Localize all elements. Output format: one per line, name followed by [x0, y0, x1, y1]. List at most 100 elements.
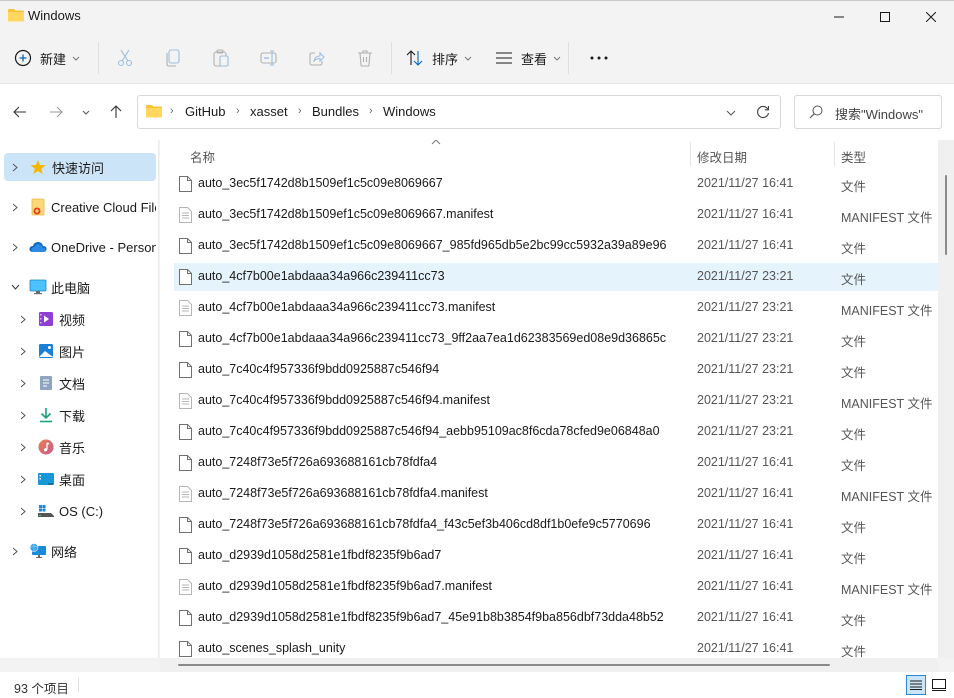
chevron-right-icon[interactable]: [18, 506, 28, 516]
breadcrumb-item[interactable]: Bundles: [312, 104, 359, 119]
chevron-right-icon[interactable]: [10, 242, 20, 252]
file-name[interactable]: auto_scenes_splash_unity: [198, 641, 688, 655]
file-row[interactable]: auto_scenes_splash_unity 2021/11/27 16:41…: [174, 635, 938, 658]
maximize-icon: [880, 12, 890, 22]
chevron-right-icon[interactable]: [10, 202, 20, 212]
file-name[interactable]: auto_4cf7b00e1abdaaa34a966c239411cc73_9f…: [198, 331, 688, 345]
vertical-scrollbar-thumb[interactable]: [945, 175, 947, 255]
file-name[interactable]: auto_d2939d1058d2581e1fbdf8235f9b6ad7.ma…: [198, 579, 688, 593]
file-row[interactable]: auto_7248f73e5f726a693688161cb78fdfa4_f4…: [174, 511, 938, 539]
column-header-row: 名称 修改日期 类型: [160, 140, 938, 170]
maximize-button[interactable]: [862, 1, 908, 33]
file-row[interactable]: auto_d2939d1058d2581e1fbdf8235f9b6ad7_45…: [174, 604, 938, 632]
sidebar-item-downloads[interactable]: 下载: [4, 401, 156, 429]
chevron-right-icon[interactable]: [18, 442, 28, 452]
address-dropdown-icon[interactable]: [726, 110, 736, 116]
cut-button[interactable]: [114, 42, 136, 74]
file-row[interactable]: auto_d2939d1058d2581e1fbdf8235f9b6ad7.ma…: [174, 573, 938, 601]
file-row[interactable]: auto_3ec5f1742d8b1509ef1c5c09e8069667 202…: [174, 170, 938, 198]
share-button[interactable]: [306, 42, 328, 74]
forward-button[interactable]: [44, 100, 68, 124]
file-name[interactable]: auto_4cf7b00e1abdaaa34a966c239411cc73.ma…: [198, 300, 688, 314]
file-row[interactable]: auto_4cf7b00e1abdaaa34a966c239411cc73.ma…: [174, 294, 938, 322]
column-header-date[interactable]: 修改日期: [697, 147, 747, 166]
back-button[interactable]: [8, 100, 32, 124]
chevron-right-icon[interactable]: [10, 546, 20, 556]
file-row[interactable]: auto_7248f73e5f726a693688161cb78fdfa4 202…: [174, 449, 938, 477]
file-name[interactable]: auto_7c40c4f957336f9bdd0925887c546f94: [198, 362, 688, 376]
search-box[interactable]: 搜索"Windows": [794, 95, 942, 129]
vertical-scrollbar[interactable]: [938, 140, 954, 658]
search-input[interactable]: 搜索"Windows": [835, 104, 923, 123]
breadcrumb-item[interactable]: Windows: [383, 104, 436, 119]
new-button[interactable]: 新建: [14, 42, 80, 74]
address-bar[interactable]: › GitHub › xasset › Bundles › Windows: [137, 95, 781, 129]
column-header-type[interactable]: 类型: [841, 147, 866, 166]
tiles-view-button[interactable]: [929, 675, 949, 695]
sidebar-item-creative-cloud[interactable]: Creative Cloud Files: [4, 193, 156, 221]
up-button[interactable]: [104, 100, 128, 124]
file-row[interactable]: auto_d2939d1058d2581e1fbdf8235f9b6ad7 202…: [174, 542, 938, 570]
minimize-button[interactable]: [816, 1, 862, 33]
column-header-name[interactable]: 名称: [190, 147, 215, 166]
file-date: 2021/11/27 23:21: [697, 331, 794, 345]
breadcrumb-item[interactable]: xasset: [250, 104, 288, 119]
chevron-down-icon[interactable]: [10, 282, 20, 292]
sidebar-item-desktop[interactable]: 桌面: [4, 465, 156, 493]
recent-locations-button[interactable]: [74, 100, 98, 124]
chevron-right-icon[interactable]: [18, 378, 28, 388]
file-row[interactable]: auto_7c40c4f957336f9bdd0925887c546f94.ma…: [174, 387, 938, 415]
file-name[interactable]: auto_d2939d1058d2581e1fbdf8235f9b6ad7_45…: [198, 610, 688, 624]
more-button[interactable]: [586, 42, 612, 74]
breadcrumb-item[interactable]: GitHub: [185, 104, 225, 119]
file-row[interactable]: auto_3ec5f1742d8b1509ef1c5c09e8069667_98…: [174, 232, 938, 260]
view-button[interactable]: 查看: [495, 42, 561, 74]
horizontal-scrollbar[interactable]: [160, 658, 938, 672]
file-row[interactable]: auto_4cf7b00e1abdaaa34a966c239411cc73 202…: [174, 263, 938, 291]
file-type: MANIFEST 文件: [841, 304, 933, 318]
file-type: 文件: [841, 459, 867, 473]
close-button[interactable]: [908, 1, 954, 33]
chevron-right-icon[interactable]: [18, 314, 28, 324]
sidebar-item-this-pc[interactable]: 此电脑: [4, 273, 156, 301]
column-resizer[interactable]: [834, 142, 835, 166]
chevron-right-icon[interactable]: [18, 410, 28, 420]
chevron-right-icon[interactable]: [18, 474, 28, 484]
sidebar-item-onedrive[interactable]: OneDrive - Personal: [4, 233, 156, 261]
title-bar: Windows: [0, 0, 954, 32]
column-resizer[interactable]: [690, 142, 691, 166]
window-title: Windows: [28, 8, 81, 23]
file-name[interactable]: auto_7248f73e5f726a693688161cb78fdfa4_f4…: [198, 517, 688, 531]
file-row[interactable]: auto_4cf7b00e1abdaaa34a966c239411cc73_9f…: [174, 325, 938, 353]
delete-button[interactable]: [354, 42, 376, 74]
chevron-right-icon[interactable]: [10, 162, 20, 172]
file-row[interactable]: auto_7c40c4f957336f9bdd0925887c546f94_ae…: [174, 418, 938, 446]
file-name[interactable]: auto_3ec5f1742d8b1509ef1c5c09e8069667.ma…: [198, 207, 688, 221]
file-name[interactable]: auto_d2939d1058d2581e1fbdf8235f9b6ad7: [198, 548, 688, 562]
file-name[interactable]: auto_4cf7b00e1abdaaa34a966c239411cc73: [198, 269, 688, 283]
file-name[interactable]: auto_7c40c4f957336f9bdd0925887c546f94.ma…: [198, 393, 688, 407]
chevron-right-icon[interactable]: [18, 346, 28, 356]
file-name[interactable]: auto_3ec5f1742d8b1509ef1c5c09e8069667: [198, 176, 688, 190]
sidebar-item-music[interactable]: 音乐: [4, 433, 156, 461]
file-row[interactable]: auto_3ec5f1742d8b1509ef1c5c09e8069667.ma…: [174, 201, 938, 229]
horizontal-scrollbar-thumb[interactable]: [178, 664, 830, 666]
file-name[interactable]: auto_3ec5f1742d8b1509ef1c5c09e8069667_98…: [198, 238, 688, 252]
sidebar-item-quick-access[interactable]: 快速访问: [4, 153, 156, 181]
file-name[interactable]: auto_7248f73e5f726a693688161cb78fdfa4: [198, 455, 688, 469]
file-name[interactable]: auto_7c40c4f957336f9bdd0925887c546f94_ae…: [198, 424, 688, 438]
paste-button[interactable]: [210, 42, 232, 74]
sidebar-item-os-drive[interactable]: OS (C:): [4, 497, 156, 525]
file-row[interactable]: auto_7c40c4f957336f9bdd0925887c546f94 202…: [174, 356, 938, 384]
sidebar-item-documents[interactable]: 文档: [4, 369, 156, 397]
sidebar-item-pictures[interactable]: 图片: [4, 337, 156, 365]
sidebar-item-videos[interactable]: 视频: [4, 305, 156, 333]
file-name[interactable]: auto_7248f73e5f726a693688161cb78fdfa4.ma…: [198, 486, 688, 500]
refresh-icon[interactable]: [756, 105, 770, 119]
copy-button[interactable]: [162, 42, 184, 74]
sidebar-item-network[interactable]: 网络: [4, 537, 156, 565]
details-view-button[interactable]: [906, 675, 926, 695]
rename-button[interactable]: [258, 42, 280, 74]
file-row[interactable]: auto_7248f73e5f726a693688161cb78fdfa4.ma…: [174, 480, 938, 508]
sort-button[interactable]: 排序: [406, 42, 472, 74]
